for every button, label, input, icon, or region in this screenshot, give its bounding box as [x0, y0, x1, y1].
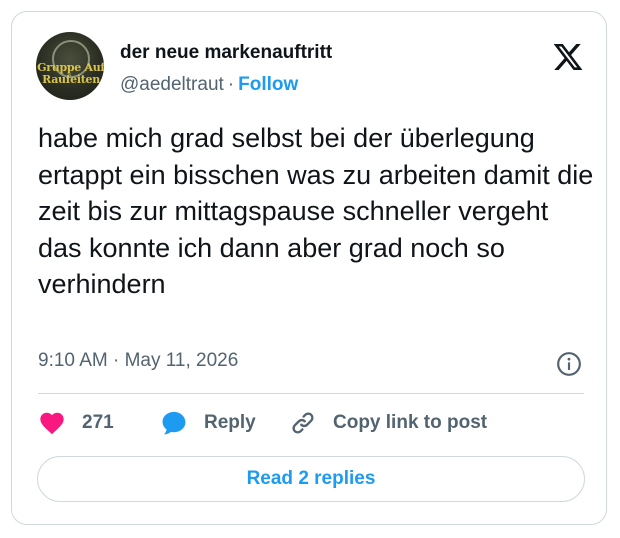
reply-button[interactable]: Reply	[160, 408, 256, 438]
speech-bubble-icon	[162, 411, 186, 435]
tweet-timestamp[interactable]: 9:10 AM · May 11, 2026	[38, 350, 238, 372]
separator-dot: ·	[227, 74, 235, 95]
heart-icon	[40, 412, 64, 435]
follow-button[interactable]: Follow	[238, 74, 298, 95]
display-name[interactable]: der neue markenauftritt	[120, 42, 332, 64]
user-handle[interactable]: @aedeltraut	[120, 74, 224, 95]
info-icon[interactable]	[556, 351, 582, 377]
tweet-card: Gruppe Auf Raufeiten der neue markenauft…	[11, 11, 607, 525]
read-replies-button[interactable]: Read 2 replies	[37, 456, 585, 502]
copy-link-button[interactable]: Copy link to post	[289, 408, 487, 438]
reply-label: Reply	[204, 412, 256, 433]
avatar-logo-text-2: Raufeiten	[42, 73, 100, 86]
tweet-text: habe mich grad selbst bei der überlegung…	[38, 123, 594, 300]
copy-link-label: Copy link to post	[333, 412, 488, 433]
like-count: 271	[82, 412, 114, 433]
link-icon	[292, 412, 314, 434]
handle-row: @aedeltraut · Follow	[120, 74, 298, 96]
x-logo-icon[interactable]	[552, 41, 584, 73]
divider	[38, 393, 584, 394]
avatar[interactable]: Gruppe Auf Raufeiten	[36, 32, 104, 100]
like-button[interactable]: 271	[38, 408, 114, 438]
